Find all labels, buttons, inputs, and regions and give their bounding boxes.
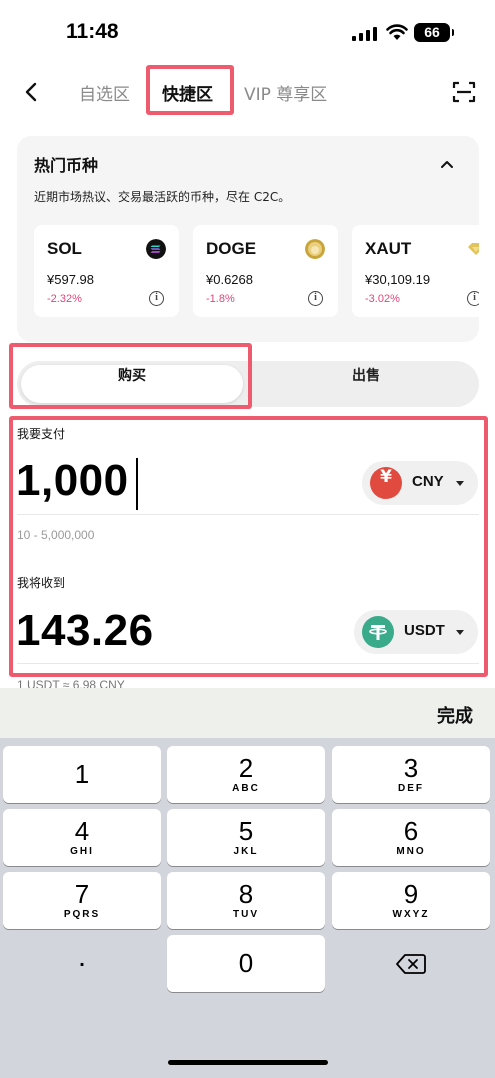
coin-change: -3.02%: [365, 293, 400, 305]
key-4[interactable]: 4 GHI: [3, 809, 161, 866]
key-decimal[interactable]: .: [3, 935, 161, 992]
wifi-icon: [386, 24, 408, 40]
key-3[interactable]: 3 DEF: [332, 746, 490, 803]
signal-icon: [352, 27, 377, 41]
back-icon[interactable]: [20, 78, 44, 106]
highlight-box-form: [9, 416, 488, 677]
coin-carousel[interactable]: SOL ¥597.98 -2.32% i DOGE ¥0.6268 -1.8% …: [34, 225, 479, 320]
hot-coins-title: 热门币种: [34, 156, 99, 175]
coin-card-sol[interactable]: SOL ¥597.98 -2.32% i: [34, 225, 179, 317]
scan-icon[interactable]: [452, 80, 476, 104]
done-button[interactable]: 完成: [437, 702, 473, 728]
keyboard-toolbar: 完成: [0, 688, 495, 738]
hot-coins-card: 热门币种 近期市场热议、交易最活跃的币种，尽在 C2C。 SOL ¥597.98…: [17, 136, 479, 342]
header: 自选区 快捷区 VIP 尊享区: [0, 64, 495, 120]
coin-name: DOGE: [206, 239, 257, 258]
info-icon[interactable]: i: [149, 291, 164, 306]
status-time: 11:48: [66, 20, 119, 43]
sell-tab[interactable]: 出售: [257, 365, 475, 403]
hot-coins-description: 近期市场热议、交易最活跃的币种，尽在 C2C。: [34, 190, 291, 204]
backspace-key[interactable]: [332, 935, 490, 992]
coin-price: ¥30,109.19: [365, 272, 431, 287]
key-8[interactable]: 8 TUV: [167, 872, 325, 929]
coin-name: XAUT: [365, 239, 412, 258]
key-2[interactable]: 2 ABC: [167, 746, 325, 803]
coin-price: ¥0.6268: [206, 272, 253, 287]
coin-price: ¥597.98: [47, 272, 94, 287]
highlight-box-buy: [9, 343, 252, 409]
backspace-icon: [396, 954, 426, 974]
battery-icon: 66: [414, 23, 454, 42]
key-7[interactable]: 7 PQRS: [3, 872, 161, 929]
coin-name: SOL: [47, 239, 82, 258]
key-0[interactable]: 0: [167, 935, 325, 992]
coin-change: -2.32%: [47, 293, 82, 305]
solana-icon: [146, 239, 166, 259]
tab-favorites[interactable]: 自选区: [79, 80, 130, 105]
home-indicator: [168, 1060, 328, 1065]
coin-change: -1.8%: [206, 293, 235, 305]
highlight-box-tab: [146, 65, 234, 115]
key-6[interactable]: 6 MNO: [332, 809, 490, 866]
xaut-icon: [468, 243, 479, 255]
key-5[interactable]: 5 JKL: [167, 809, 325, 866]
status-bar: 11:48 66: [0, 0, 495, 64]
coin-card-xaut[interactable]: XAUT ¥30,109.19 -3.02% i: [352, 225, 479, 317]
info-icon[interactable]: i: [467, 291, 479, 306]
doge-icon: [305, 239, 325, 259]
chevron-up-icon[interactable]: [439, 156, 455, 172]
key-1[interactable]: 1: [3, 746, 161, 803]
info-icon[interactable]: i: [308, 291, 323, 306]
tab-vip-zone[interactable]: VIP 尊享区: [244, 80, 327, 105]
key-9[interactable]: 9 WXYZ: [332, 872, 490, 929]
coin-card-doge[interactable]: DOGE ¥0.6268 -1.8% i: [193, 225, 338, 317]
